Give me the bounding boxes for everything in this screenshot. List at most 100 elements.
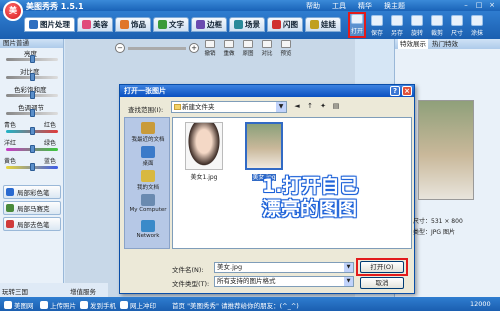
tab-value-services[interactable]: 增值服务 [70,286,96,296]
undo-button[interactable]: 撤销 [202,39,218,57]
local-decolor-pen-button[interactable]: 局部去色笔 [3,217,61,231]
dialog-cancel-button[interactable]: 取消 [360,277,404,289]
chevron-down-icon: ▼ [276,102,286,112]
menu-change-theme[interactable]: 换主题 [384,1,405,11]
tab-scenes[interactable]: 场景 [229,17,265,32]
button-label: 对比 [261,50,273,57]
menu-highlights[interactable]: 精华 [358,1,372,11]
tab-accessories[interactable]: 饰品 [115,17,151,32]
tab-label: 图片处理 [40,20,70,29]
place-documents[interactable]: 我的文档 [125,170,171,191]
tab-effects-showcase[interactable]: 特效展示 [398,39,428,49]
tab-label: 场景 [245,20,260,29]
resize-button[interactable]: 尺寸 [448,12,466,38]
smudge-button[interactable]: 涂抹 [468,12,486,38]
place-computer[interactable]: My Computer [125,194,171,213]
zoom-slider[interactable] [128,46,186,50]
button-label: 撤销 [204,50,216,57]
yellow-blue-slider[interactable]: 黄色 蓝色 [0,156,63,174]
compare-button[interactable]: 对比 [259,39,275,57]
documents-icon [141,170,155,182]
toolbar-label: 打开 [350,28,363,35]
button-label: 预览 [280,50,292,57]
tab-beauty[interactable]: 美容 [77,17,113,32]
feature-tabs: 图片处理 美容 饰品 文字 边框 场景 闪图 娃娃 [24,17,341,32]
slider-thumb[interactable] [30,163,35,171]
send-to-phone-link[interactable]: 发到手机 [80,300,116,310]
zoom-in-button[interactable]: + [189,43,199,53]
tab-label: 饰品 [131,20,146,29]
redo-button[interactable]: 重做 [221,39,237,57]
dialog-open-button[interactable]: 打开(O) [360,261,404,273]
color-pen-icon [6,188,14,196]
network-icon [141,220,155,232]
place-label: Network [136,233,160,239]
phone-icon [80,301,88,309]
hue-slider[interactable]: 色调调节 [0,102,63,120]
folder-open-icon [351,14,363,24]
place-network[interactable]: Network [125,220,171,239]
local-color-pen-button[interactable]: 局部彩色笔 [3,185,61,199]
original-button[interactable]: 原图 [240,39,256,57]
slider-thumb[interactable] [30,73,35,81]
file-type-select[interactable]: 所有支持的图片格式 ▼ [214,276,354,287]
tab-flash[interactable]: 闪图 [267,17,303,32]
status-link-label: 美图网 [14,302,34,310]
preview-icon [281,39,291,48]
tab-hot-effects[interactable]: 热门特效 [432,39,458,49]
cyan-red-slider[interactable]: 青色 红色 [0,120,63,138]
file-item-selected[interactable]: 美女.jpg [239,122,289,181]
help-button[interactable]: ? [390,86,400,96]
place-recent[interactable]: 我最近的文档 [125,122,171,143]
mosaic-icon [6,204,14,212]
online-print-link[interactable]: 网上冲印 [120,300,156,310]
crop-button[interactable]: 裁剪 [428,12,446,38]
save-button[interactable]: 保存 [368,12,386,38]
place-label: 我的文档 [136,185,159,191]
slider-thumb[interactable] [30,55,35,63]
tab-image-processing[interactable]: 图片处理 [24,17,75,32]
meitu-site-link[interactable]: 美图网 [4,300,34,310]
open-button[interactable]: 打开 [348,12,366,38]
zoom-out-button[interactable]: − [115,43,125,53]
brightness-slider[interactable]: 亮度 [0,48,63,66]
file-name-label: 文件名(N): [172,266,204,274]
back-icon[interactable]: ◄ [292,101,302,111]
tab-sanguo[interactable]: 玩转三国 [2,286,28,296]
slider-thumb[interactable] [30,91,35,99]
slider-thumb[interactable] [30,145,35,153]
maximize-button[interactable]: □ [474,1,484,10]
place-desktop[interactable]: 桌面 [125,146,171,167]
file-item[interactable]: 美女1.jpg [179,122,229,181]
tab-frames[interactable]: 边框 [191,17,227,32]
file-type-value: 所有支持的图片格式 [217,277,276,285]
tab-text[interactable]: 文字 [153,17,189,32]
upload-photo-link[interactable]: 上传照片 [40,300,76,310]
local-mosaic-button[interactable]: 局部马赛克 [3,201,61,215]
menu-tools[interactable]: 工具 [332,1,346,11]
left-bottom-tabs: 玩转三国 增值服务 [0,283,108,297]
dialog-close-button[interactable]: × [402,86,412,96]
up-folder-icon[interactable]: ↑ [305,101,315,111]
file-name-input[interactable]: 美女.jpg ▼ [214,262,354,273]
saturation-slider[interactable]: 色彩饱和度 [0,84,63,102]
minimize-button[interactable]: – [461,1,471,10]
dialog-titlebar: 打开一张图片 ? × [120,85,414,97]
slider-thumb[interactable] [30,127,35,135]
new-folder-icon[interactable]: ✦ [318,101,328,111]
rotate-button[interactable]: 旋转 [408,12,426,38]
preview-button[interactable]: 预览 [278,39,294,57]
magenta-green-slider[interactable]: 洋红 绿色 [0,138,63,156]
close-button[interactable]: × [487,1,497,10]
contrast-slider[interactable]: 对比度 [0,66,63,84]
slider-right-label: 蓝色 [44,158,57,165]
tab-dolls[interactable]: 娃娃 [305,17,341,32]
look-in-select[interactable]: 新建文件夹 ▼ [171,101,287,113]
toolbar-label: 保存 [370,30,383,37]
menu-help[interactable]: 帮助 [306,1,320,11]
places-bar: 我最近的文档 桌面 我的文档 My Computer Network [124,117,170,249]
status-link-label: 网上冲印 [130,302,156,310]
view-menu-icon[interactable]: ▤ [331,101,341,111]
save-as-button[interactable]: 另存 [388,12,406,38]
slider-thumb[interactable] [30,109,35,117]
